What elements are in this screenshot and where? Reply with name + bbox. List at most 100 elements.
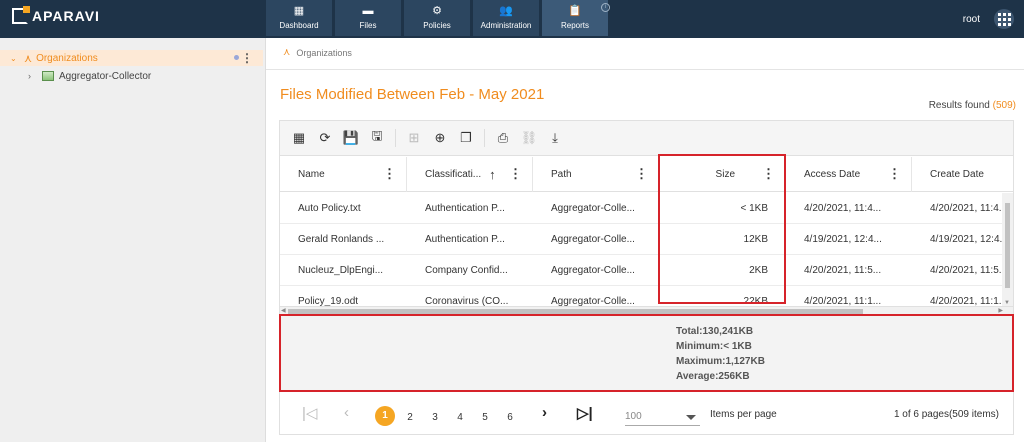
cell-create-date: 4/20/2021, 11:1... (930, 295, 1008, 307)
results-label: Results found (928, 100, 990, 111)
table-row[interactable]: Nucleuz_DlpEngi... Company Confid... Agg… (280, 255, 1013, 286)
organization-icon: ⋏ (283, 47, 291, 58)
divider (266, 69, 1024, 70)
page-info: 1 of 6 pages(509 items) (893, 409, 999, 420)
print-icon[interactable]: ⎙ (492, 127, 514, 149)
page-button-5[interactable]: 5 (475, 408, 495, 428)
tree-item-aggregator-collector[interactable]: › Aggregator-Collector (0, 69, 151, 83)
save-as-icon[interactable]: 🖫 (366, 127, 388, 149)
table-row[interactable]: Policy_19.odt Coronavirus (CO... Aggrega… (280, 286, 1013, 307)
vertical-scrollbar[interactable]: ▼ (1002, 193, 1013, 306)
info-icon[interactable]: i (601, 3, 610, 12)
column-menu-icon[interactable]: ⋮ (635, 167, 648, 180)
first-page-icon[interactable]: |◁ (302, 404, 317, 422)
page-button-4[interactable]: 4 (450, 408, 470, 428)
user-area: root (963, 9, 1014, 29)
tab-label: Administration (480, 21, 532, 30)
column-label: Classificati... (425, 169, 482, 180)
column-header-size[interactable]: Size ⋮ (659, 157, 786, 192)
column-menu-icon[interactable]: ⋮ (383, 167, 396, 180)
table-row[interactable]: Auto Policy.txt Authentication P... Aggr… (280, 193, 1013, 224)
column-menu-icon[interactable]: ⋮ (762, 167, 775, 180)
column-label: Access Date (804, 169, 861, 180)
column-header-path[interactable]: Path ⋮ (533, 157, 659, 192)
items-per-page-value: 100 (625, 411, 642, 422)
summary-minimum: Minimum:< 1KB (676, 341, 752, 352)
cell-size: 22KB (743, 295, 768, 307)
chevron-down-icon[interactable]: ⌄ (10, 54, 22, 63)
page-button-2[interactable]: 2 (400, 408, 420, 428)
column-label: Name (298, 169, 325, 180)
cell-create-date: 4/19/2021, 12:4... (930, 233, 1008, 245)
cell-classification: Company Confid... (425, 264, 508, 276)
page-button-3[interactable]: 3 (425, 408, 445, 428)
cell-access-date: 4/20/2021, 11:1... (804, 295, 882, 307)
add-icon[interactable]: ⊕ (429, 127, 451, 149)
page-button-6[interactable]: 6 (500, 408, 520, 428)
summary-values: Total:130,241KB Minimum:< 1KB Maximum:1,… (676, 324, 765, 384)
grid-icon[interactable]: ▦ (288, 127, 310, 149)
tree-item-label: Organizations (36, 52, 98, 64)
cell-classification: Authentication P... (425, 233, 505, 245)
sort-ascending-icon[interactable]: ↑ (489, 167, 496, 182)
main-content: ⋏ Organizations Files Modified Between F… (266, 38, 1024, 442)
tab-policies[interactable]: ⚙ Policies (404, 0, 470, 36)
cell-path: Aggregator-Colle... (551, 264, 635, 276)
refresh-icon[interactable]: ⟳ (314, 127, 336, 149)
cell-create-date: 4/20/2021, 11:5... (930, 264, 1008, 276)
column-header-name[interactable]: Name ⋮ (280, 157, 407, 192)
cell-size: < 1KB (740, 202, 768, 214)
tab-dashboard[interactable]: ▦ Dashboard (266, 0, 332, 36)
gear-icon: ⚙ (432, 5, 442, 17)
tab-reports-wrap: 📋 Reports i (542, 0, 610, 36)
scroll-right-icon[interactable]: ▶ (998, 307, 1003, 314)
link-icon[interactable]: ⛓ (518, 127, 540, 149)
cell-access-date: 4/20/2021, 11:4... (804, 202, 882, 214)
scroll-left-icon[interactable]: ◀ (281, 307, 286, 314)
table-header: Name ⋮ Classificati... ↑ ⋮ Path ⋮ Size ⋮… (280, 157, 1013, 192)
column-header-classification[interactable]: Classificati... ↑ ⋮ (407, 157, 533, 192)
collector-icon (42, 71, 54, 81)
items-per-page-select[interactable]: 100 (625, 405, 700, 426)
main-nav-tabs: ▦ Dashboard ▬ Files ⚙ Policies 👥 Adminis… (266, 0, 610, 36)
next-page-icon[interactable]: › (542, 404, 547, 421)
cell-classification: Coronavirus (CO... (425, 295, 509, 307)
column-header-create-date[interactable]: Create Date (912, 157, 1013, 192)
last-page-icon[interactable]: ▷| (577, 404, 593, 422)
horizontal-scrollbar[interactable]: ◀ ▶ (280, 306, 1013, 315)
apps-grid-icon[interactable] (994, 9, 1014, 29)
column-menu-icon[interactable]: ⋮ (888, 167, 901, 180)
chevron-right-icon[interactable]: › (28, 71, 40, 81)
save-icon[interactable]: 💾 (340, 127, 362, 149)
organization-icon: ⋏ (24, 52, 33, 65)
columns-icon[interactable]: ⊞ (403, 127, 425, 149)
copy-icon[interactable]: ❐ (455, 127, 477, 149)
tree-item-organizations[interactable]: ⌄ ⋏ Organizations ⋮ (0, 50, 263, 66)
table-row[interactable]: Gerald Ronlands ... Authentication P... … (280, 224, 1013, 255)
top-navigation-bar: APARAVI ▦ Dashboard ▬ Files ⚙ Policies 👥… (0, 0, 1024, 38)
table-body: Auto Policy.txt Authentication P... Aggr… (280, 193, 1013, 306)
report-grid: ▦ ⟳ 💾 🖫 ⊞ ⊕ ❐ ⎙ ⛓ ⤓ Name ⋮ Classificati.… (279, 120, 1014, 435)
tab-files[interactable]: ▬ Files (335, 0, 401, 36)
column-label: Size (715, 169, 735, 180)
tab-reports[interactable]: 📋 Reports (542, 0, 608, 36)
username[interactable]: root (963, 14, 980, 25)
column-menu-icon[interactable]: ⋮ (509, 167, 522, 180)
download-icon[interactable]: ⤓ (544, 127, 566, 149)
users-icon: 👥 (499, 5, 513, 17)
summary-maximum: Maximum:1,127KB (676, 356, 765, 367)
tab-administration[interactable]: 👥 Administration (473, 0, 539, 36)
previous-page-icon[interactable]: ‹ (344, 404, 349, 421)
tab-label: Dashboard (279, 21, 319, 30)
tree-item-label: Aggregator-Collector (59, 70, 152, 82)
scroll-thumb[interactable] (1005, 203, 1010, 288)
more-options-icon[interactable]: ⋮ (241, 51, 253, 65)
column-header-access-date[interactable]: Access Date ⋮ (786, 157, 912, 192)
scroll-thumb[interactable] (288, 309, 863, 314)
column-label: Create Date (930, 169, 984, 180)
items-per-page-label: Items per page (710, 409, 777, 420)
breadcrumb-item[interactable]: Organizations (296, 48, 352, 58)
aparavi-logo[interactable]: APARAVI (12, 6, 100, 24)
page-button-1[interactable]: 1 (375, 406, 395, 426)
cell-name: Policy_19.odt (298, 295, 359, 307)
